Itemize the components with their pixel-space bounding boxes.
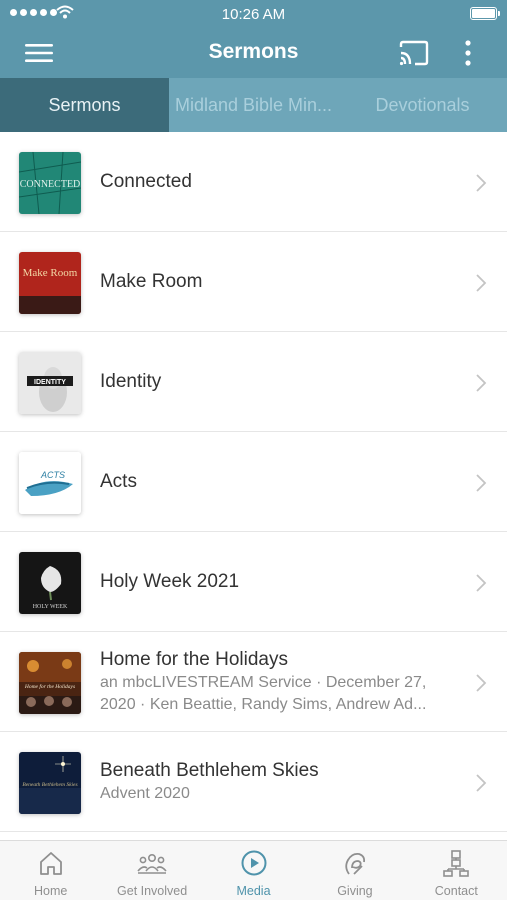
thumbnail-caption: ACTS	[40, 470, 65, 480]
org-chart-icon	[443, 850, 470, 877]
sermon-row-make-room[interactable]: Make Room Make Room	[0, 232, 507, 332]
sermon-thumbnail: Make Room	[19, 252, 81, 314]
tab-devotionals[interactable]: Devotionals	[338, 78, 507, 132]
sermon-subtitle: an mbcLIVESTREAM Service · December 27, …	[100, 673, 427, 713]
thumbnail-caption: Home for the Holidays	[24, 683, 75, 690]
thumbnail-caption: HOLY WEEK	[33, 604, 68, 610]
sermon-row-beneath-bethlehem-skies[interactable]: Beneath Bethlehem Skies Beneath Bethlehe…	[0, 732, 507, 832]
nav-label: Home	[34, 884, 68, 898]
nav-label: Media	[236, 884, 271, 898]
sermon-thumbnail: CONNECTED	[19, 152, 81, 214]
thumbnail-caption: IDENTITY	[34, 379, 66, 386]
sermon-row-acts[interactable]: ACTS Acts	[0, 432, 507, 532]
nav-giving[interactable]: Giving	[304, 841, 405, 900]
chevron-right-icon	[476, 474, 487, 492]
status-time: 10:26 AM	[221, 6, 286, 23]
tab-midland-bible-ministries[interactable]: Midland Bible Min...	[169, 78, 338, 132]
nav-get-involved[interactable]: Get Involved	[101, 841, 202, 900]
status-bar: 10:26 AM	[0, 0, 507, 28]
battery-icon	[470, 7, 500, 20]
chevron-right-icon	[476, 174, 487, 192]
thumbnail-caption: Make Room	[23, 267, 78, 279]
tab-bar: Sermons Midland Bible Min... Devotionals	[0, 78, 507, 132]
sermon-row-home-for-the-holidays[interactable]: Home for the Holidays Home for the Holid…	[0, 632, 507, 732]
nav-label: Giving	[337, 884, 373, 898]
sermon-title: Beneath Bethlehem Skies	[100, 759, 319, 781]
sermon-title: Acts	[100, 470, 137, 492]
people-icon	[137, 854, 167, 874]
more-options-icon[interactable]	[458, 39, 478, 67]
chevron-right-icon	[476, 374, 487, 392]
nav-home[interactable]: Home	[0, 841, 101, 900]
thumbnail-caption: Beneath Bethlehem Skies	[22, 782, 77, 788]
page-title: Sermons	[208, 40, 299, 63]
sermon-title: Home for the Holidays	[100, 648, 288, 670]
sermon-subtitle: Advent 2020	[100, 784, 190, 802]
sermon-thumbnail: ACTS	[19, 452, 81, 514]
sermon-thumbnail: Home for the Holidays	[19, 652, 81, 714]
tab-sermons[interactable]: Sermons	[0, 78, 169, 132]
sermon-thumbnail: HOLY WEEK	[19, 552, 81, 614]
sermon-list: CONNECTED Connected Make Room Make Room	[0, 132, 507, 840]
thumbnail-caption: CONNECTED	[20, 179, 81, 190]
chevron-right-icon	[476, 674, 487, 692]
sermon-row-connected[interactable]: CONNECTED Connected	[0, 132, 507, 232]
sermon-title: Connected	[100, 170, 192, 192]
sermon-row-identity[interactable]: IDENTITY Identity	[0, 332, 507, 432]
nav-contact[interactable]: Contact	[406, 841, 507, 900]
nav-label: Contact	[434, 884, 478, 898]
home-icon	[39, 852, 62, 875]
sermon-title: Make Room	[100, 270, 203, 292]
chevron-right-icon	[476, 774, 487, 792]
app-bar: Sermons	[0, 28, 507, 78]
nav-media[interactable]: Media	[203, 841, 304, 900]
giving-icon	[345, 852, 365, 875]
bottom-navigation: Home Get Involved Media Giving Contact	[0, 840, 507, 900]
chevron-right-icon	[476, 274, 487, 292]
sermon-title: Identity	[100, 370, 162, 392]
sermon-title: Holy Week 2021	[100, 570, 240, 592]
play-circle-icon	[241, 850, 267, 876]
chevron-right-icon	[476, 574, 487, 592]
nav-label: Get Involved	[117, 884, 188, 898]
sermon-thumbnail: Beneath Bethlehem Skies	[19, 752, 81, 814]
sermon-row-holy-week-2021[interactable]: HOLY WEEK Holy Week 2021	[0, 532, 507, 632]
menu-icon[interactable]	[24, 41, 54, 65]
cast-icon[interactable]	[398, 39, 430, 67]
sermon-thumbnail: IDENTITY	[19, 352, 81, 414]
